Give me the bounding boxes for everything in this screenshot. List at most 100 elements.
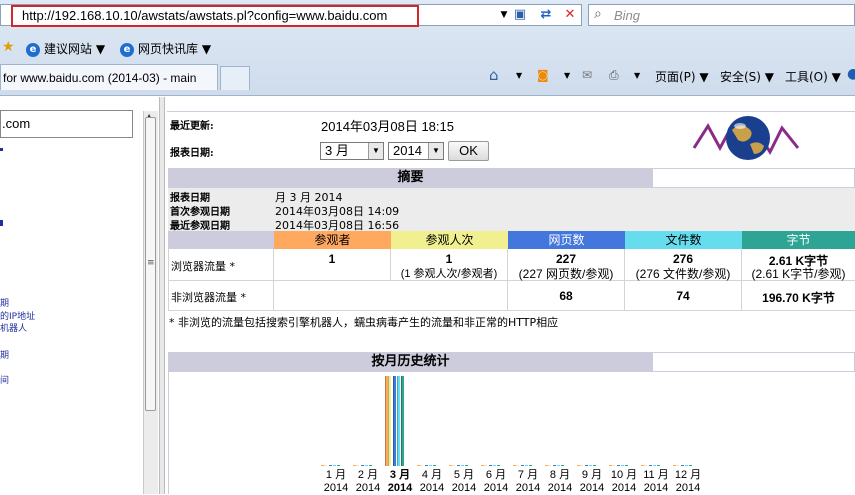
left-link[interactable]: 期	[0, 348, 9, 361]
ie-icon: e	[120, 42, 134, 57]
month-label: 7 月 2014	[515, 469, 541, 494]
bar-9-series-4	[589, 465, 592, 466]
home-icon[interactable]: ⌂	[489, 66, 499, 84]
bar-11-series-5	[657, 465, 660, 466]
summary-header-tail	[653, 168, 855, 188]
bar-7-series-2	[516, 465, 519, 466]
month-label: 12 月 2014	[674, 469, 702, 494]
bar-6-series-4	[493, 465, 496, 466]
bar-11-series-2	[644, 465, 647, 466]
month-label: 5 月 2014	[451, 469, 477, 494]
last-update-value: 2014年03月08日 18:15	[321, 119, 454, 134]
bar-2-series-4	[365, 465, 368, 466]
column-header-pages: 网页数	[508, 231, 625, 249]
row-divider	[168, 310, 855, 311]
bar-8-series-2	[548, 465, 551, 466]
feeds-icon[interactable]: ◙	[537, 68, 549, 82]
bar-2-series-3	[361, 465, 364, 466]
column-header-blank	[168, 231, 274, 249]
bar-10-series-4	[621, 465, 624, 466]
viewed-hits-ratio: (276 文件数/参观)	[635, 267, 731, 281]
left-bullet	[0, 220, 3, 226]
viewed-visits-ratio: (1 参观人次/参观者)	[400, 268, 498, 280]
favorites-star-icon[interactable]: ★	[2, 39, 15, 55]
left-link[interactable]: 机器人	[0, 321, 27, 334]
month-label: 11 月 2014	[643, 469, 669, 494]
bar-12-series-5	[689, 465, 692, 466]
bar-1-series-5	[337, 465, 340, 466]
bar-2-series-2	[356, 465, 359, 466]
viewed-bandwidth-ratio: (2.61 K字节/参观)	[751, 267, 846, 281]
history-title: 按月历史统计	[168, 352, 653, 372]
bar-12-series-3	[681, 465, 684, 466]
bar-3-series-4	[397, 376, 400, 466]
ie-icon: e	[26, 42, 40, 57]
summary-row-label: 首次参观日期	[170, 207, 230, 218]
not-viewed-traffic-label: 非浏览器流量 *	[171, 291, 246, 304]
month-label: 1 月 2014	[323, 469, 349, 494]
bar-9-series-5	[593, 465, 596, 466]
month-label: 10 月 2014	[610, 469, 638, 494]
ok-button[interactable]: OK	[448, 141, 489, 161]
year-select[interactable]: 2014 ▼	[388, 142, 444, 160]
month-select-value: 3 月	[325, 143, 349, 158]
viewed-pages-ratio: (227 网页数/参观)	[518, 267, 614, 281]
month-label: 8 月 2014	[547, 469, 573, 494]
viewed-visitors: 1	[328, 252, 336, 266]
tab-awstats[interactable]: for www.baidu.com (2014-03) - main	[0, 64, 218, 90]
month-select[interactable]: 3 月 ▼	[320, 142, 384, 160]
bar-5-series-3	[457, 465, 460, 466]
site-field-value: .com	[2, 116, 31, 131]
bar-9-series-2	[580, 465, 583, 466]
left-frame	[0, 97, 143, 494]
viewed-visits: 1	[445, 252, 453, 266]
bar-3-series-2	[388, 376, 391, 466]
new-tab-button[interactable]	[220, 66, 250, 90]
print-dropdown-icon[interactable]: ▼	[634, 71, 640, 80]
stop-icon[interactable]: ✕	[560, 6, 580, 24]
mail-icon[interactable]: ✉	[582, 68, 592, 82]
bar-4-series-4	[429, 465, 432, 466]
print-icon[interactable]: ⎙	[609, 68, 619, 83]
viewed-traffic-label: 浏览器流量 *	[171, 260, 235, 273]
bar-5-series-2	[452, 465, 455, 466]
help-icon[interactable]: ●	[847, 66, 855, 82]
compatibility-view-icon[interactable]: ▣	[510, 6, 530, 24]
page-menu[interactable]: 页面(P) ▼	[655, 68, 709, 85]
left-link[interactable]: 间	[0, 373, 9, 386]
safety-menu[interactable]: 安全(S) ▼	[720, 68, 774, 85]
month-label: 9 月 2014	[579, 469, 605, 494]
left-link[interactable]: 期	[0, 296, 9, 309]
refresh-icon[interactable]: ⇄	[536, 6, 556, 24]
fav-suggested-sites[interactable]: e 建议网站 ▼	[26, 40, 105, 57]
bar-10-series-3	[617, 465, 620, 466]
viewed-pages: 227	[555, 252, 577, 266]
address-text[interactable]: http://192.168.10.10/awstats/awstats.pl?…	[22, 8, 387, 23]
bar-5-series-5	[465, 465, 468, 466]
month-dropdown-icon: ▼	[368, 143, 383, 159]
last-update-label: 最近更新:	[170, 121, 214, 132]
feeds-dropdown-icon[interactable]: ▼	[564, 71, 570, 80]
bar-4-series-2	[420, 465, 423, 466]
col-divider	[168, 249, 169, 310]
bar-11-series-3	[649, 465, 652, 466]
column-header-hits: 文件数	[625, 231, 742, 249]
tools-menu[interactable]: 工具(O) ▼	[785, 68, 841, 85]
summary-row-label: 最近参观日期	[170, 221, 230, 232]
fav-web-slice-gallery[interactable]: e 网页快讯库 ▼	[120, 40, 211, 57]
search-placeholder[interactable]: Bing	[614, 8, 640, 23]
history-header-tail	[653, 352, 855, 372]
home-dropdown-icon[interactable]: ▼	[516, 71, 522, 80]
bar-12-series-2	[676, 465, 679, 466]
not-viewed-hits: 74	[676, 289, 690, 303]
search-icon[interactable]: ⌕	[594, 6, 602, 22]
bar-5-series-4	[461, 465, 464, 466]
period-label: 报表日期:	[170, 148, 214, 159]
site-field[interactable]: .com	[0, 110, 133, 138]
bar-10-series-2	[612, 465, 615, 466]
bar-4-series-5	[433, 465, 436, 466]
bar-6-series-5	[497, 465, 500, 466]
bar-7-series-5	[529, 465, 532, 466]
frame-splitter[interactable]	[159, 97, 165, 494]
month-label: 4 月 2014	[419, 469, 445, 494]
